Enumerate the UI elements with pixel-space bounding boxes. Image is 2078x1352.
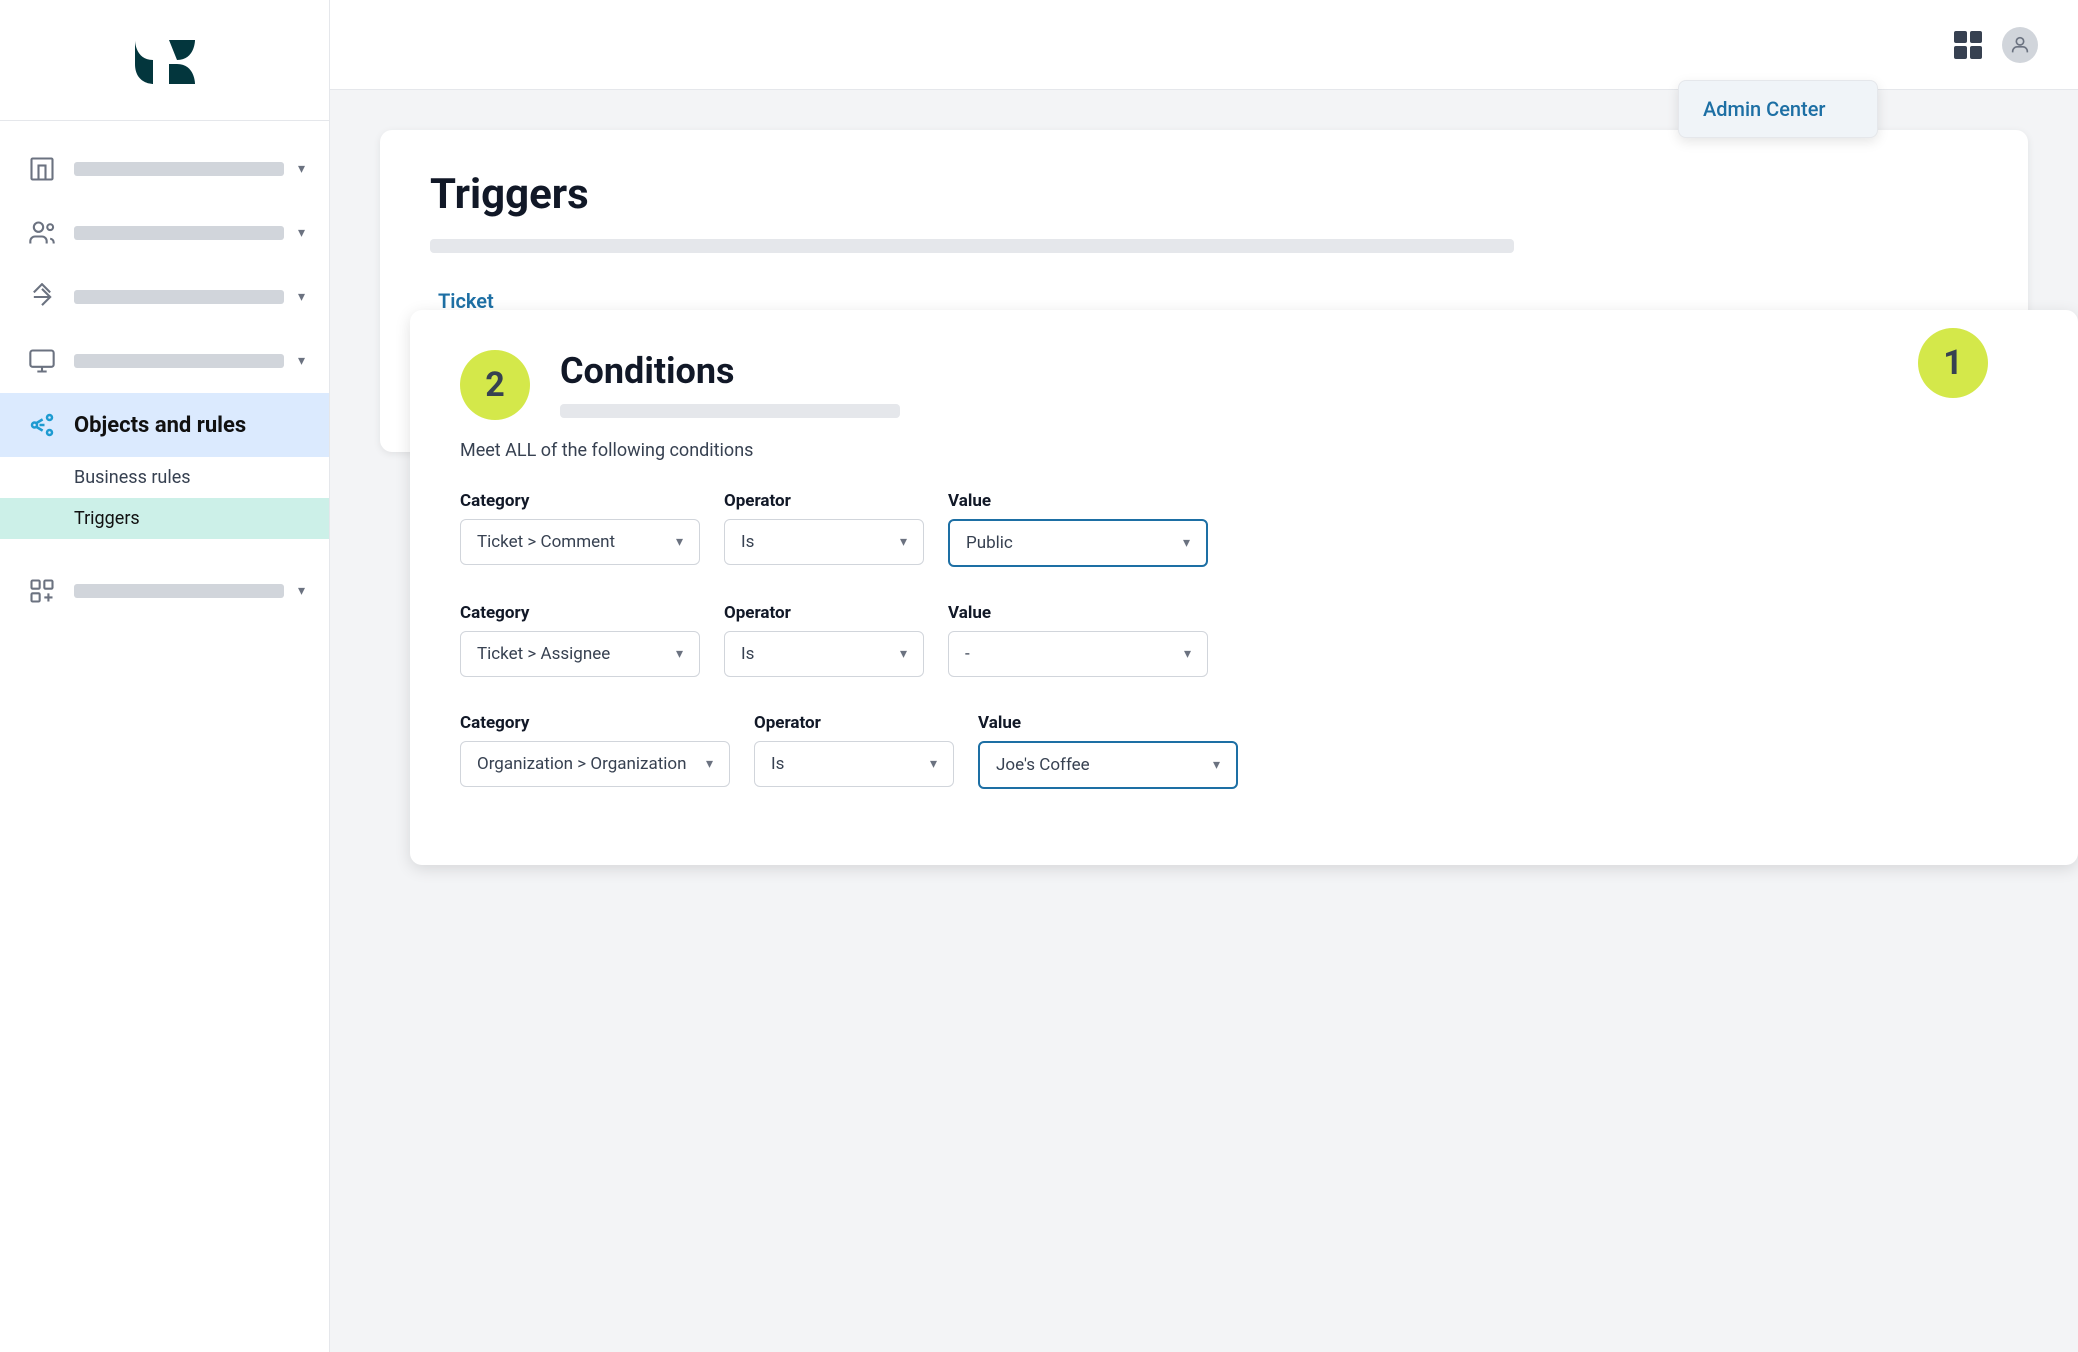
condition-group-operator-3: Operator Is ▾ bbox=[754, 713, 954, 789]
condition-row-3: Category Organization > Organization ▾ O… bbox=[460, 713, 2028, 789]
sidebar-nav: ▾ ▾ bbox=[0, 121, 329, 1352]
value-select-3[interactable]: Joe's Coffee ▾ bbox=[978, 741, 1238, 789]
category-value-3: Organization > Organization bbox=[477, 754, 686, 774]
sidebar-item-workspace[interactable]: ▾ bbox=[0, 329, 329, 393]
skeleton-bar-1 bbox=[430, 239, 1514, 253]
step2-number: 2 bbox=[485, 365, 505, 405]
operator-select-3[interactable]: Is ▾ bbox=[754, 741, 954, 787]
sidebar-sub-item-triggers[interactable]: Triggers bbox=[0, 498, 329, 539]
operator-value-2: Is bbox=[741, 644, 754, 664]
sidebar-item-objects-rules[interactable]: Objects and rules bbox=[0, 393, 329, 457]
nav-label-bar-apps bbox=[74, 584, 284, 598]
topbar: Admin Center bbox=[330, 0, 2078, 90]
grid-icon[interactable] bbox=[1954, 31, 1982, 59]
objects-rules-icon bbox=[24, 407, 60, 443]
category-label-1: Category bbox=[460, 491, 700, 511]
chevron-down-icon-op1: ▾ bbox=[900, 534, 907, 550]
nav-label-bar-people bbox=[74, 226, 284, 240]
value-label-3: Value bbox=[978, 713, 1238, 733]
sidebar-item-apps[interactable]: ▾ bbox=[0, 559, 329, 623]
people-icon bbox=[24, 215, 60, 251]
chevron-down-icon-cat1: ▾ bbox=[676, 534, 683, 550]
logo-area bbox=[0, 0, 329, 121]
conditions-subbar bbox=[560, 404, 900, 418]
category-label-2: Category bbox=[460, 603, 700, 623]
value-value-3: Joe's Coffee bbox=[996, 755, 1090, 775]
sidebar-label-objects-rules: Objects and rules bbox=[74, 413, 305, 438]
zendesk-logo bbox=[125, 32, 205, 92]
page-title: Triggers bbox=[430, 170, 1978, 219]
value-value-2: - bbox=[965, 644, 970, 664]
chevron-down-icon-cat2: ▾ bbox=[676, 646, 683, 662]
condition-group-operator-2: Operator Is ▾ bbox=[724, 603, 924, 677]
admin-center-link[interactable]: Admin Center bbox=[1703, 97, 1826, 121]
category-select-2[interactable]: Ticket > Assignee ▾ bbox=[460, 631, 700, 677]
category-value-1: Ticket > Comment bbox=[477, 532, 615, 552]
building-icon bbox=[24, 151, 60, 187]
triggers-label: Triggers bbox=[74, 508, 140, 529]
operator-value-3: Is bbox=[771, 754, 784, 774]
apps-icon bbox=[24, 573, 60, 609]
sidebar-item-people[interactable]: ▾ bbox=[0, 201, 329, 265]
main-area: Admin Center Triggers Ticket Create trig… bbox=[330, 0, 2078, 1352]
value-label-1: Value bbox=[948, 491, 1208, 511]
user-avatar[interactable] bbox=[2002, 27, 2038, 63]
value-value-1: Public bbox=[966, 533, 1013, 553]
value-select-1[interactable]: Public ▾ bbox=[948, 519, 1208, 567]
condition-row-2: Category Ticket > Assignee ▾ Operator Is… bbox=[460, 603, 2028, 677]
step-badge-1: 1 bbox=[1918, 328, 1988, 398]
sidebar-item-channels[interactable]: ▾ bbox=[0, 265, 329, 329]
operator-select-2[interactable]: Is ▾ bbox=[724, 631, 924, 677]
chevron-down-icon-op2: ▾ bbox=[900, 646, 907, 662]
condition-group-operator-1: Operator Is ▾ bbox=[724, 491, 924, 567]
condition-group-category-3: Category Organization > Organization ▾ bbox=[460, 713, 730, 789]
chevron-down-icon-workspace: ▾ bbox=[298, 353, 305, 369]
nav-label-bar-workspaces bbox=[74, 162, 284, 176]
conditions-header: 2 Conditions bbox=[460, 350, 2028, 420]
operator-value-1: Is bbox=[741, 532, 754, 552]
category-select-3[interactable]: Organization > Organization ▾ bbox=[460, 741, 730, 787]
chevron-down-icon-val2: ▾ bbox=[1184, 646, 1191, 662]
chevron-down-icon: ▾ bbox=[298, 161, 305, 177]
category-label-3: Category bbox=[460, 713, 730, 733]
chevron-down-icon-cat3: ▾ bbox=[706, 756, 713, 772]
conditions-title-area: Conditions bbox=[560, 350, 900, 418]
operator-label-3: Operator bbox=[754, 713, 954, 733]
condition-group-category-2: Category Ticket > Assignee ▾ bbox=[460, 603, 700, 677]
operator-label-1: Operator bbox=[724, 491, 924, 511]
chevron-down-icon-people: ▾ bbox=[298, 225, 305, 241]
value-label-2: Value bbox=[948, 603, 1208, 623]
chevron-down-icon-channels: ▾ bbox=[298, 289, 305, 305]
conditions-panel: 2 Conditions Meet ALL of the following c… bbox=[410, 310, 2078, 865]
condition-row-1: Category Ticket > Comment ▾ Operator Is … bbox=[460, 491, 2028, 567]
condition-group-value-3: Value Joe's Coffee ▾ bbox=[978, 713, 1238, 789]
transfer-icon bbox=[24, 279, 60, 315]
category-value-2: Ticket > Assignee bbox=[477, 644, 610, 664]
sidebar-sub-item-business-rules[interactable]: Business rules bbox=[0, 457, 329, 498]
content-area: Triggers Ticket Create trigger ▾ 1 bbox=[330, 90, 2078, 1352]
value-select-2[interactable]: - ▾ bbox=[948, 631, 1208, 677]
chevron-down-icon-op3: ▾ bbox=[930, 756, 937, 772]
chevron-down-icon-val3: ▾ bbox=[1213, 757, 1220, 773]
sidebar: ▾ ▾ bbox=[0, 0, 330, 1352]
monitor-icon bbox=[24, 343, 60, 379]
sidebar-item-workspaces[interactable]: ▾ bbox=[0, 137, 329, 201]
condition-group-category-1: Category Ticket > Comment ▾ bbox=[460, 491, 700, 567]
conditions-desc: Meet ALL of the following conditions bbox=[460, 440, 2028, 461]
topbar-icons bbox=[1954, 27, 2038, 63]
operator-select-1[interactable]: Is ▾ bbox=[724, 519, 924, 565]
admin-center-dropdown: Admin Center bbox=[1678, 80, 1878, 138]
operator-label-2: Operator bbox=[724, 603, 924, 623]
condition-group-value-2: Value - ▾ bbox=[948, 603, 1208, 677]
condition-group-value-1: Value Public ▾ bbox=[948, 491, 1208, 567]
nav-label-bar-workspace bbox=[74, 354, 284, 368]
step-badge-2: 2 bbox=[460, 350, 530, 420]
step1-number: 1 bbox=[1943, 343, 1963, 383]
nav-label-bar-channels bbox=[74, 290, 284, 304]
category-select-1[interactable]: Ticket > Comment ▾ bbox=[460, 519, 700, 565]
chevron-down-icon-val1: ▾ bbox=[1183, 535, 1190, 551]
business-rules-label: Business rules bbox=[74, 467, 191, 488]
chevron-down-icon-apps: ▾ bbox=[298, 583, 305, 599]
conditions-title: Conditions bbox=[560, 350, 900, 392]
